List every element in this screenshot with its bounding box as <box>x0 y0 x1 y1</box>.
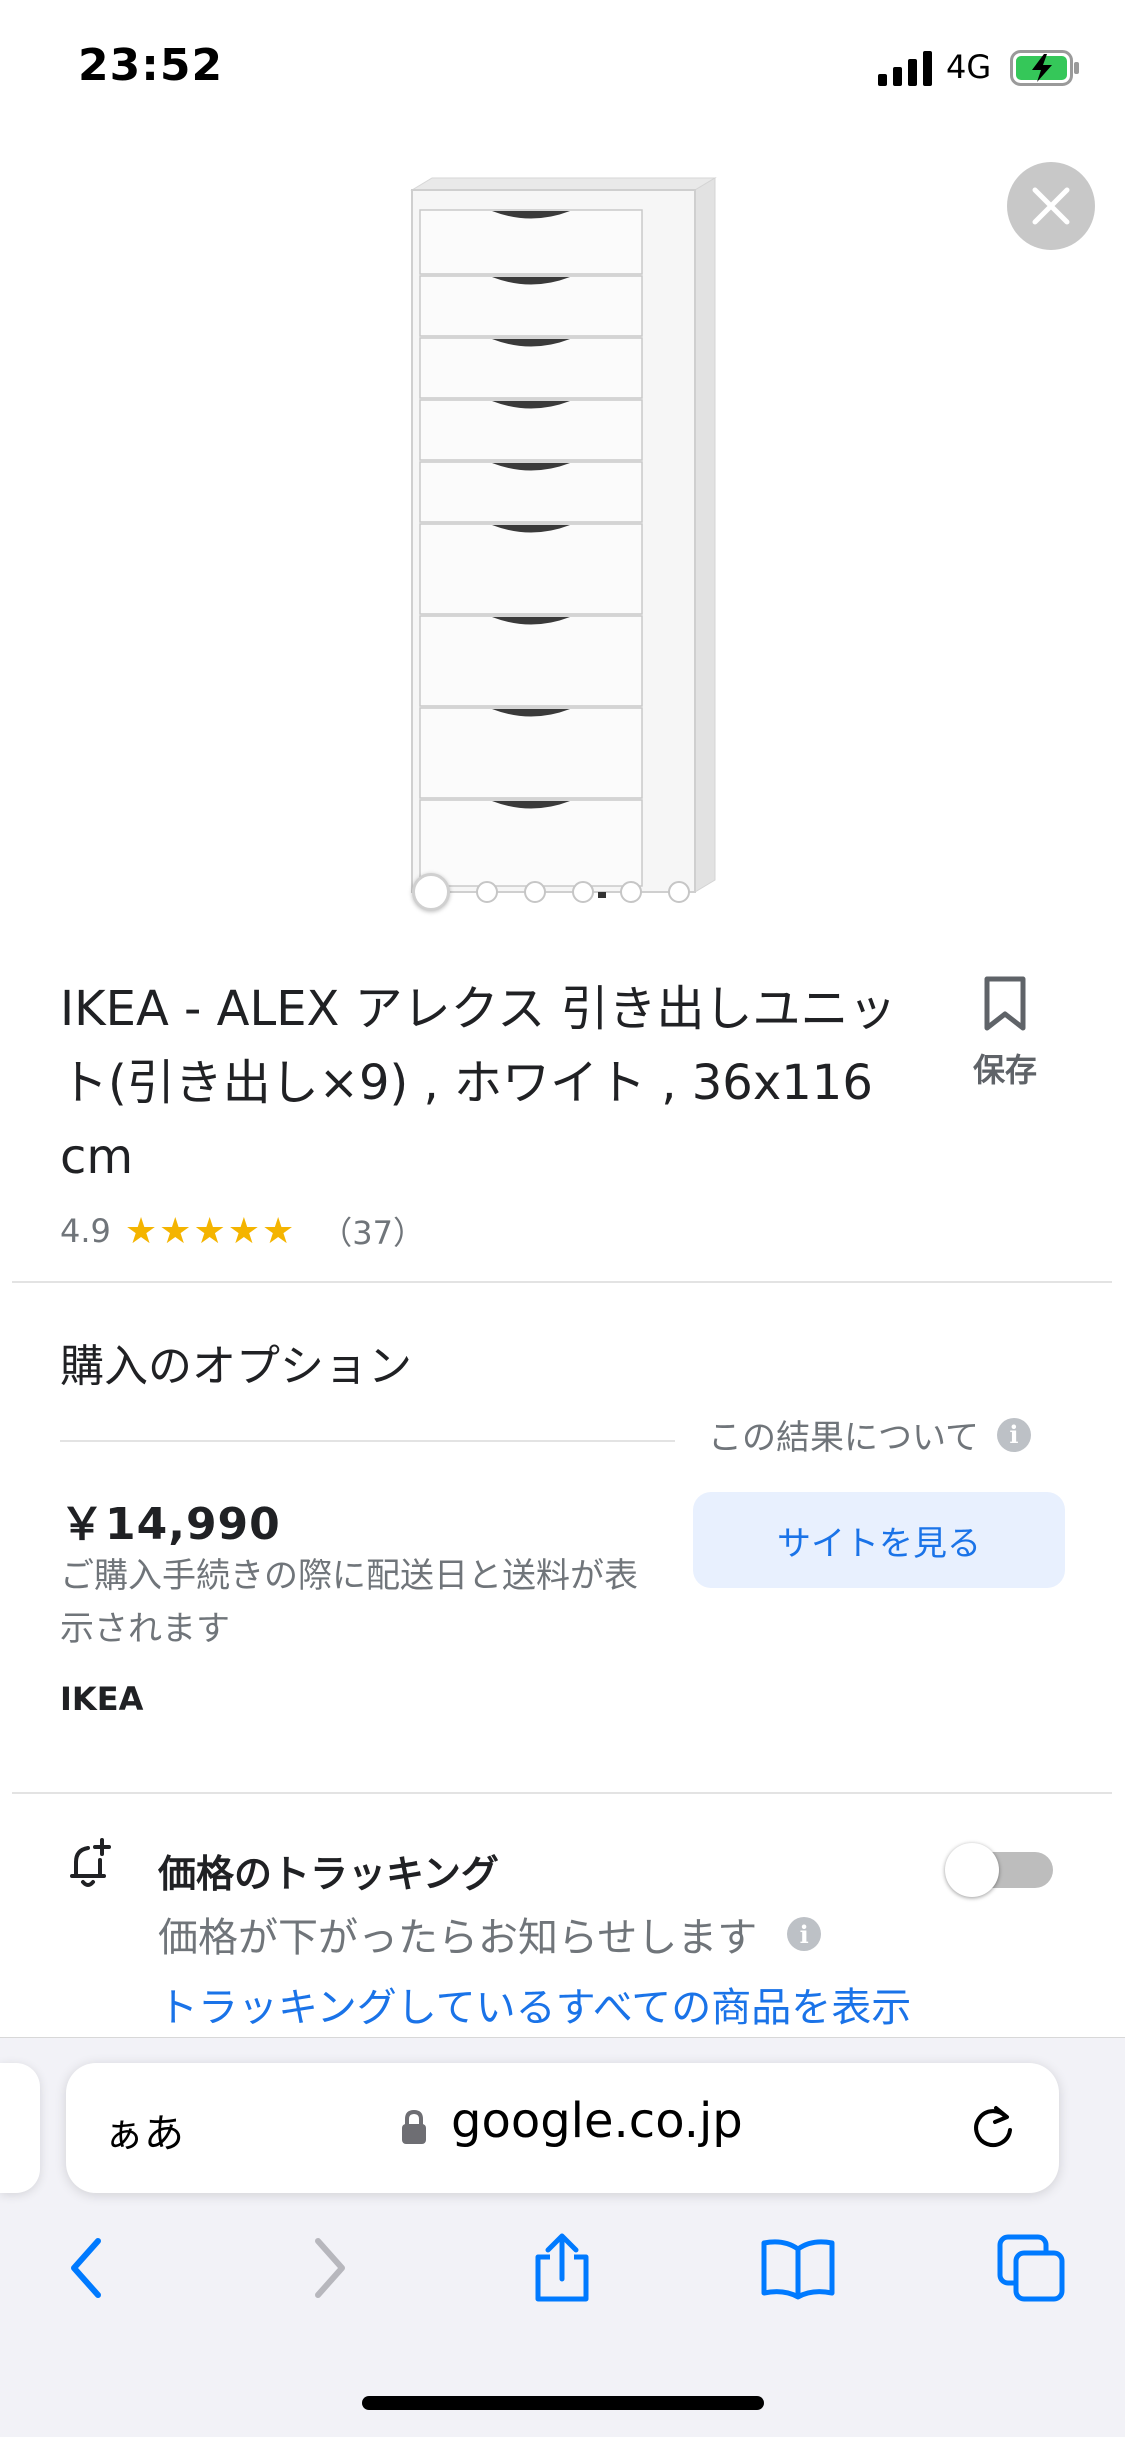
rating-row[interactable]: 4.9 ★★★★★ （37） <box>60 1208 425 1254</box>
divider <box>12 1792 1112 1794</box>
share-icon[interactable] <box>530 2233 594 2303</box>
rating-value: 4.9 <box>60 1212 111 1250</box>
section-heading: 購入のオプション <box>60 1341 412 1392</box>
info-icon[interactable]: i <box>787 1917 822 1951</box>
price-tracking-toggle[interactable] <box>945 1843 1055 1897</box>
carousel-dot[interactable] <box>620 881 642 903</box>
forward-icon[interactable] <box>308 2233 352 2303</box>
carousel-dot[interactable] <box>524 881 546 903</box>
url-text[interactable]: google.co.jp <box>451 2093 743 2149</box>
about-result-label: この結果について <box>708 1418 979 1458</box>
carousel-dot[interactable] <box>668 881 690 903</box>
divider <box>12 1281 1112 1283</box>
lock-icon <box>402 2109 426 2144</box>
view-tracked-items-link[interactable]: トラッキングしているすべての商品を表示 <box>158 1975 911 2033</box>
carousel-indicator[interactable] <box>412 872 690 912</box>
address-bar[interactable]: ぁあ google.co.jp <box>66 2063 1059 2193</box>
seller-name: IKEA <box>60 1680 144 1718</box>
divider <box>60 1440 675 1442</box>
back-icon[interactable] <box>64 2233 108 2303</box>
previous-tab-peek[interactable] <box>0 2063 40 2193</box>
tracking-subtitle: 価格が下がったらお知らせします <box>158 1915 758 1961</box>
review-count: （37） <box>320 1214 425 1252</box>
tracking-subtitle-row: 価格が下がったらお知らせします i <box>158 1905 822 1963</box>
status-time: 23:52 <box>78 40 224 91</box>
battery-charging-icon <box>1010 50 1079 86</box>
product-title: IKEA - ALEX アレクス 引き出しユニット(引き出し×9) , ホワイト… <box>60 981 897 1185</box>
reload-icon[interactable] <box>968 2103 1018 2153</box>
bookmarks-icon[interactable] <box>760 2233 836 2303</box>
save-button[interactable]: 保存 <box>960 975 1050 1091</box>
carousel-dot[interactable] <box>476 881 498 903</box>
home-indicator[interactable] <box>362 2396 764 2410</box>
page-settings-button[interactable]: ぁあ <box>104 2101 184 2159</box>
bookmark-icon <box>984 976 1026 1031</box>
price: ￥14,990 <box>60 1499 281 1550</box>
tracking-title: 価格のトラッキング <box>158 1852 499 1896</box>
network-label: 4G <box>946 48 992 86</box>
save-label: 保存 <box>972 1051 1037 1089</box>
info-icon: i <box>996 1417 1031 1452</box>
shipping-note: ご購入手続きの際に配送日と送料が表示されます <box>60 1556 638 1649</box>
product-image[interactable] <box>380 170 750 930</box>
carousel-dot[interactable] <box>412 873 450 911</box>
close-button[interactable] <box>1007 162 1095 250</box>
visit-site-button[interactable]: サイトを見る <box>693 1492 1065 1588</box>
rating-stars: ★★★★★ <box>124 1210 297 1252</box>
signal-icon <box>878 51 932 86</box>
tabs-icon[interactable] <box>996 2233 1068 2303</box>
toggle-knob <box>945 1843 999 1897</box>
about-result-link[interactable]: この結果について i <box>708 1410 1031 1459</box>
close-icon <box>1032 187 1070 225</box>
carousel-dot[interactable] <box>572 881 594 903</box>
bell-plus-icon <box>70 1838 111 1887</box>
